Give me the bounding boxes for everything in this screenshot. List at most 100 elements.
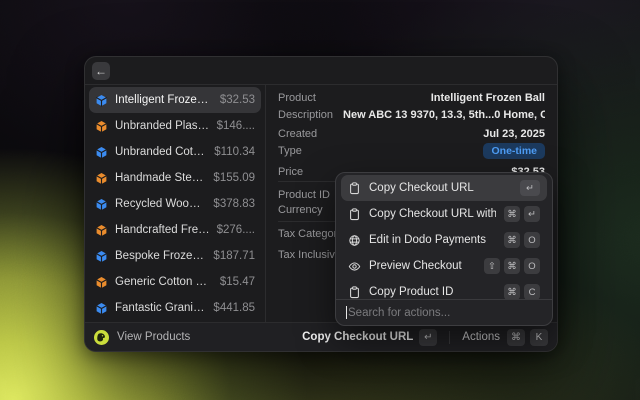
keycap-cmd: ⌘ bbox=[504, 232, 520, 248]
product-list-item[interactable]: Intelligent Frozen Ball $32.53 bbox=[89, 87, 261, 113]
window-footer: View Products Copy Checkout URL ↵ Action… bbox=[85, 322, 557, 351]
keycap-k: K bbox=[530, 329, 548, 346]
actions-button[interactable]: Actions ⌘ K bbox=[462, 329, 548, 346]
product-name: Handcrafted Fresh Com... bbox=[115, 224, 210, 236]
product-name: Unbranded Cotton Tuna bbox=[115, 146, 207, 158]
product-price: $32.53 bbox=[220, 94, 255, 106]
detail-value: New ABC 13 9370, 13.3, 5th...0 Home, OS … bbox=[343, 109, 545, 121]
keycap-shift: ⇧ bbox=[484, 258, 500, 274]
product-price: $378.83 bbox=[213, 198, 255, 210]
product-name: Unbranded Plastic Chick... bbox=[115, 120, 210, 132]
product-name: Recycled Wooden Shirt bbox=[115, 198, 206, 210]
keycap-c: C bbox=[524, 284, 540, 299]
product-name: Generic Cotton Shoes bbox=[115, 276, 213, 288]
keycap-cmd: ⌘ bbox=[504, 258, 520, 274]
eye-icon bbox=[348, 260, 361, 273]
command-title: View Products bbox=[117, 331, 294, 343]
menu-item-label: Copy Checkout URL with Return URL bbox=[369, 208, 496, 220]
product-price: $276.... bbox=[217, 224, 255, 236]
product-name: Bespoke Frozen Chips bbox=[115, 250, 206, 262]
detail-label: Currency bbox=[278, 204, 323, 216]
detail-label: Product bbox=[278, 92, 316, 104]
actions-menu: Copy Checkout URL ↵ Copy Checkout URL wi… bbox=[335, 172, 553, 326]
keycap-o: O bbox=[524, 258, 540, 274]
product-list-item[interactable]: Bespoke Frozen Chips $187.71 bbox=[89, 243, 261, 269]
actions-button-label: Actions bbox=[462, 331, 500, 343]
globe-icon bbox=[348, 234, 361, 247]
footer-divider bbox=[449, 331, 450, 344]
detail-value: Jul 23, 2025 bbox=[327, 128, 545, 140]
product-list: Intelligent Frozen Ball $32.53 Unbranded… bbox=[85, 85, 266, 322]
menu-item-edit-in-dodo-payments[interactable]: Edit in Dodo Payments ⌘ O bbox=[341, 227, 547, 253]
product-price: $155.09 bbox=[213, 172, 255, 184]
back-arrow-icon: ← bbox=[95, 62, 107, 80]
back-button[interactable]: ← bbox=[92, 62, 110, 80]
product-price: $15.47 bbox=[220, 276, 255, 288]
text-caret bbox=[346, 306, 347, 319]
keycap-cmd: ⌘ bbox=[507, 329, 525, 346]
clipboard-icon bbox=[348, 182, 361, 195]
menu-item-label: Edit in Dodo Payments bbox=[369, 234, 496, 246]
window-header: ← bbox=[85, 57, 557, 85]
menu-item-label: Copy Product ID bbox=[369, 286, 496, 298]
product-cube-icon bbox=[95, 146, 108, 159]
product-cube-icon bbox=[95, 302, 108, 315]
detail-label: Description bbox=[278, 109, 333, 121]
product-cube-icon bbox=[95, 172, 108, 185]
detail-label: Price bbox=[278, 166, 303, 178]
keycap-return: ↵ bbox=[419, 329, 437, 346]
product-name: Fantastic Granite Chips bbox=[115, 302, 206, 314]
detail-label: Tax Category bbox=[278, 228, 343, 240]
menu-item-copy-product-id[interactable]: Copy Product ID ⌘ C bbox=[341, 279, 547, 299]
detail-label: Created bbox=[278, 128, 317, 140]
menu-item-copy-checkout-url[interactable]: Copy Checkout URL ↵ bbox=[341, 175, 547, 201]
product-list-item[interactable]: Generic Cotton Shoes $15.47 bbox=[89, 269, 261, 295]
product-cube-icon bbox=[95, 250, 108, 263]
actions-menu-list: Copy Checkout URL ↵ Copy Checkout URL wi… bbox=[336, 173, 552, 299]
product-price: $146.... bbox=[217, 120, 255, 132]
detail-label: Tax Inclusive bbox=[278, 249, 341, 261]
detail-value: One-time bbox=[312, 143, 545, 159]
detail-row: Product Intelligent Frozen Ball bbox=[278, 90, 545, 106]
keycap-return: ↵ bbox=[520, 180, 540, 196]
menu-item-copy-checkout-url-with-return[interactable]: Copy Checkout URL with Return URL ⌘ ↵ bbox=[341, 201, 547, 227]
product-price: $110.34 bbox=[214, 146, 255, 158]
detail-label: Product ID bbox=[278, 189, 330, 201]
product-name: Handmade Steel Hat bbox=[115, 172, 206, 184]
product-list-item[interactable]: Unbranded Cotton Tuna $110.34 bbox=[89, 139, 261, 165]
menu-item-label: Copy Checkout URL bbox=[369, 182, 512, 194]
detail-label: Type bbox=[278, 145, 302, 157]
product-cube-icon bbox=[95, 276, 108, 289]
product-cube-icon bbox=[95, 224, 108, 237]
product-price: $441.85 bbox=[213, 302, 255, 314]
dodo-payments-logo-icon bbox=[94, 330, 109, 345]
product-cube-icon bbox=[95, 120, 108, 133]
clipboard-icon bbox=[348, 208, 361, 221]
keycap-cmd: ⌘ bbox=[504, 206, 520, 222]
actions-search-input[interactable]: Search for actions... bbox=[336, 299, 552, 325]
clipboard-icon bbox=[348, 286, 361, 299]
detail-row: Created Jul 23, 2025 bbox=[278, 126, 545, 142]
keycap-return: ↵ bbox=[524, 206, 540, 222]
menu-item-preview-checkout[interactable]: Preview Checkout ⇧ ⌘ O bbox=[341, 253, 547, 279]
type-badge: One-time bbox=[483, 143, 545, 159]
menu-item-label: Preview Checkout bbox=[369, 260, 476, 272]
detail-row: Description New ABC 13 9370, 13.3, 5th..… bbox=[278, 107, 545, 123]
product-list-item[interactable]: Unbranded Plastic Chick... $146.... bbox=[89, 113, 261, 139]
product-list-item[interactable]: Recycled Wooden Shirt $378.83 bbox=[89, 191, 261, 217]
detail-value: Intelligent Frozen Ball bbox=[326, 92, 545, 104]
search-placeholder: Search for actions... bbox=[348, 307, 450, 319]
detail-row: Type One-time bbox=[278, 143, 545, 159]
product-cube-icon bbox=[95, 94, 108, 107]
product-cube-icon bbox=[95, 198, 108, 211]
product-name: Intelligent Frozen Ball bbox=[115, 94, 213, 106]
product-list-item[interactable]: Handmade Steel Hat $155.09 bbox=[89, 165, 261, 191]
product-list-item[interactable]: Fantastic Granite Chips $441.85 bbox=[89, 295, 261, 321]
primary-action-label: Copy Checkout URL bbox=[302, 331, 413, 343]
product-list-item[interactable]: Handcrafted Fresh Com... $276.... bbox=[89, 217, 261, 243]
raycast-window: ← Intelligent Frozen Ball $32.53 Unbrand… bbox=[84, 56, 558, 352]
primary-action-button[interactable]: Copy Checkout URL ↵ bbox=[302, 329, 437, 346]
product-price: $187.71 bbox=[213, 250, 255, 262]
keycap-cmd: ⌘ bbox=[504, 284, 520, 299]
keycap-o: O bbox=[524, 232, 540, 248]
